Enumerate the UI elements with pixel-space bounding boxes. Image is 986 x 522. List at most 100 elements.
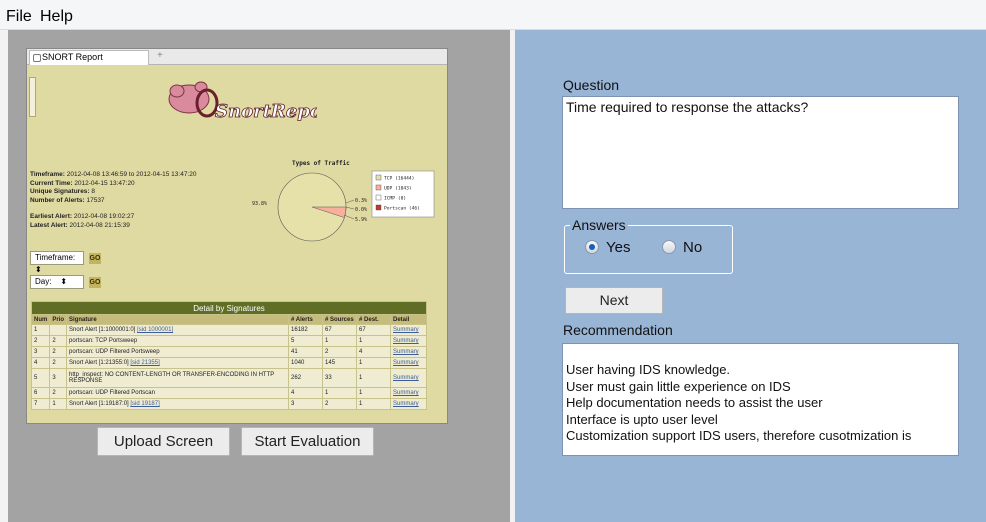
traffic-pie-chart: Types of Traffic 93.8% 0.3% 0.0% 5.9% TC… bbox=[252, 160, 435, 242]
table-cell: Snort Alert [1:19187:0] [sid 19187] bbox=[66, 398, 290, 410]
table-cell: 2 bbox=[49, 335, 68, 347]
summary-link[interactable]: Summary bbox=[393, 401, 419, 407]
traffic-title: Types of Traffic bbox=[292, 160, 350, 167]
right-panel: Question Time required to response the a… bbox=[515, 30, 986, 522]
col-header: # Dest. bbox=[356, 314, 392, 325]
snort-report-logo: SnortReport bbox=[168, 81, 317, 122]
table-row: 6 2 portscan: UDP Filtered Portscan 4 1 1 Summ… bbox=[30, 387, 427, 399]
table-cell: Summary bbox=[390, 335, 427, 347]
col-header: # Sources bbox=[322, 314, 358, 325]
table-cell: Summary bbox=[390, 357, 427, 369]
table-header-row: Num Prio Signature # Alerts # Sources # … bbox=[30, 314, 427, 325]
recommendation-label: Recommendation bbox=[563, 322, 673, 338]
question-text: Time required to response the attacks? bbox=[566, 99, 809, 115]
signature-text: Snort Alert [1:1000001:0] bbox=[69, 327, 138, 333]
pct-a: 0.3% bbox=[355, 198, 367, 204]
summary-link[interactable]: Summary bbox=[393, 375, 419, 381]
upload-screen-button[interactable]: Upload Screen bbox=[97, 427, 230, 456]
browser-tab-bar: SNORT Report + bbox=[27, 49, 447, 65]
timeframe-select[interactable]: Timeframe: ⬍ bbox=[30, 251, 84, 274]
pct-main: 93.8% bbox=[252, 201, 267, 207]
meta-key: Earliest Alert: bbox=[30, 213, 73, 220]
col-header: Prio bbox=[49, 314, 68, 325]
sid-link[interactable]: [sid 1000001] bbox=[137, 327, 173, 333]
legend-icmp: ICMP (0) bbox=[384, 196, 406, 202]
table-cell: 41 bbox=[288, 346, 324, 358]
summary-link[interactable]: Summary bbox=[393, 349, 419, 355]
table-cell: 1 bbox=[322, 335, 358, 347]
go-button[interactable]: GO bbox=[89, 277, 101, 288]
table-cell: Summary bbox=[390, 368, 427, 388]
table-cell: 3 bbox=[49, 368, 68, 388]
menu-file[interactable]: File bbox=[6, 8, 32, 26]
signature-table: Detail by Signatures Num Prio Signature … bbox=[30, 301, 427, 410]
table-cell: 1 bbox=[356, 387, 392, 399]
new-tab-icon: + bbox=[157, 50, 163, 61]
day-select[interactable]: Day: ⬍ bbox=[30, 275, 84, 289]
table-row: 4 2 Snort Alert [1:21355:0] [sid 21355] 104… bbox=[30, 357, 427, 369]
table-cell: 1 bbox=[49, 398, 68, 410]
table-row: 1 Snort Alert [1:1000001:0] [sid 1000001]… bbox=[30, 324, 427, 336]
table-cell: portscan: UDP Filtered Portscan bbox=[66, 387, 290, 399]
table-cell: 2 bbox=[49, 357, 68, 369]
summary-link[interactable]: Summary bbox=[393, 360, 419, 366]
table-cell: 1 bbox=[356, 335, 392, 347]
sid-link[interactable]: [sid 19187] bbox=[130, 401, 159, 407]
table-cell: 4 bbox=[30, 357, 51, 369]
table-cell: 145 bbox=[322, 357, 358, 369]
table-cell: 5 bbox=[30, 368, 51, 388]
table-cell: 1 bbox=[356, 368, 392, 388]
meta-value: 8 bbox=[91, 188, 96, 195]
no-label[interactable]: No bbox=[683, 239, 702, 256]
menu-help[interactable]: Help bbox=[40, 8, 73, 26]
meta-key: Timeframe: bbox=[30, 171, 65, 178]
yes-radio[interactable] bbox=[585, 240, 599, 254]
table-cell: 2 bbox=[322, 398, 358, 410]
meta-value: 17537 bbox=[86, 196, 105, 204]
table-cell: http_inspect: NO CONTENT-LENGTH OR TRANS… bbox=[66, 368, 290, 388]
col-header: Num bbox=[30, 314, 51, 325]
table-cell: Summary bbox=[390, 346, 427, 358]
pct-b: 0.0% bbox=[355, 207, 367, 213]
table-cell: 2 bbox=[49, 387, 68, 399]
table-cell: 1 bbox=[30, 324, 51, 336]
table-cell: 7 bbox=[30, 398, 51, 410]
meta-key: Number of Alerts: bbox=[30, 196, 85, 204]
recommendation-line: Customization support IDS users, therefo… bbox=[566, 428, 912, 443]
table-row: 5 3 http_inspect: NO CONTENT-LENGTH OR TRA… bbox=[30, 368, 427, 388]
browser-tab: SNORT Report bbox=[29, 50, 149, 65]
yes-label[interactable]: Yes bbox=[606, 239, 630, 256]
summary-link[interactable]: Summary bbox=[393, 390, 419, 396]
table-row: 7 1 Snort Alert [1:19187:0] [sid 19187] 3 2 1… bbox=[30, 398, 427, 410]
recommendation-textbox[interactable]: User having IDS knowledge. User must gai… bbox=[562, 343, 959, 456]
recommendation-line: Help documentation needs to assist the u… bbox=[566, 395, 823, 410]
meta-value: 2012-04-08 21:15:39 bbox=[69, 221, 130, 229]
summary-link[interactable]: Summary bbox=[393, 338, 419, 344]
table-cell: Snort Alert [1:21355:0] [sid 21355] bbox=[66, 357, 290, 369]
meta-value: 2012-04-15 13:47:20 bbox=[74, 179, 135, 187]
meta-key: Unique Signatures: bbox=[30, 188, 90, 195]
no-radio[interactable] bbox=[662, 240, 676, 254]
meta-key: Latest Alert: bbox=[30, 221, 68, 229]
table-cell: Summary bbox=[390, 398, 427, 410]
legend-udp: UDP (1043) bbox=[384, 186, 412, 192]
go-button[interactable]: GO bbox=[89, 253, 101, 264]
signature-text: http_inspect: NO CONTENT-LENGTH OR TRANS… bbox=[69, 372, 275, 384]
start-evaluation-button[interactable]: Start Evaluation bbox=[241, 427, 374, 456]
snort-report-page: SnortReport Timeframe: 2012-04-08 13:46:… bbox=[27, 65, 447, 423]
signature-text: portscan: TCP Portsweep bbox=[69, 338, 138, 344]
table-cell: 2 bbox=[322, 346, 358, 358]
recommendation-text: User having IDS knowledge. User must gai… bbox=[566, 362, 911, 445]
table-row: 2 2 portscan: TCP Portsweep 5 1 1 Summary bbox=[30, 335, 427, 347]
meta-key: Current Time: bbox=[30, 179, 73, 187]
table-row: 3 2 portscan: UDP Filtered Portsweep 41 2 4 Su… bbox=[30, 346, 427, 358]
table-cell: 16182 bbox=[288, 324, 324, 336]
sid-link[interactable]: [sid 21355] bbox=[130, 360, 159, 366]
next-button[interactable]: Next bbox=[565, 287, 663, 314]
table-cell: 2 bbox=[30, 335, 51, 347]
summary-link[interactable]: Summary bbox=[393, 327, 419, 333]
table-cell: 1040 bbox=[288, 357, 324, 369]
question-textbox[interactable]: Time required to response the attacks? bbox=[562, 96, 959, 209]
table-cell: 67 bbox=[322, 324, 358, 336]
recommendation-line: User must gain little experience on IDS bbox=[566, 378, 791, 394]
